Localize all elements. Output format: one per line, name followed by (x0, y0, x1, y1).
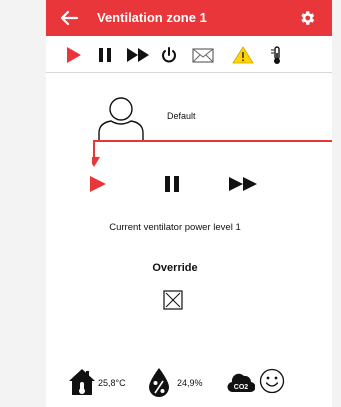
profile-label: Default (167, 111, 196, 121)
temperature-value: 25,8°C (98, 378, 126, 388)
page-title: Ventilation zone 1 (97, 10, 207, 25)
thermometer-icon[interactable] (270, 45, 284, 65)
power-level-text: Current ventilator power level 1 (109, 222, 241, 233)
user-profile-icon[interactable] (96, 95, 146, 143)
app-screen: Ventilation zone 1 Default Current venti… (46, 0, 332, 407)
house-temperature-icon (69, 369, 95, 395)
power-icon[interactable] (160, 45, 178, 65)
fast-forward-button[interactable] (228, 174, 258, 194)
co2-label: CO2 (234, 384, 249, 391)
mail-icon[interactable] (191, 45, 215, 65)
app-bar: Ventilation zone 1 (46, 0, 332, 36)
humidity-value: 24,9% (177, 378, 203, 388)
override-checkbox[interactable] (163, 290, 183, 310)
pause-button[interactable] (164, 174, 180, 194)
toolbar (46, 40, 332, 70)
back-arrow-icon[interactable] (56, 5, 82, 31)
pointer-arrow (92, 140, 332, 167)
play-button[interactable] (88, 174, 108, 194)
fast-forward-icon[interactable] (126, 45, 150, 65)
smiley-face-icon (259, 368, 285, 394)
sensor-bar: 25,8°C 24,9% CO2 (46, 366, 332, 400)
warning-icon[interactable] (232, 45, 254, 65)
co2-cloud-icon: CO2 (227, 373, 255, 393)
pause-icon[interactable] (98, 45, 112, 65)
override-label: Override (152, 262, 198, 274)
humidity-drop-icon (149, 368, 169, 397)
gear-icon[interactable] (298, 9, 316, 27)
divider (46, 72, 332, 73)
play-icon[interactable] (66, 45, 82, 65)
